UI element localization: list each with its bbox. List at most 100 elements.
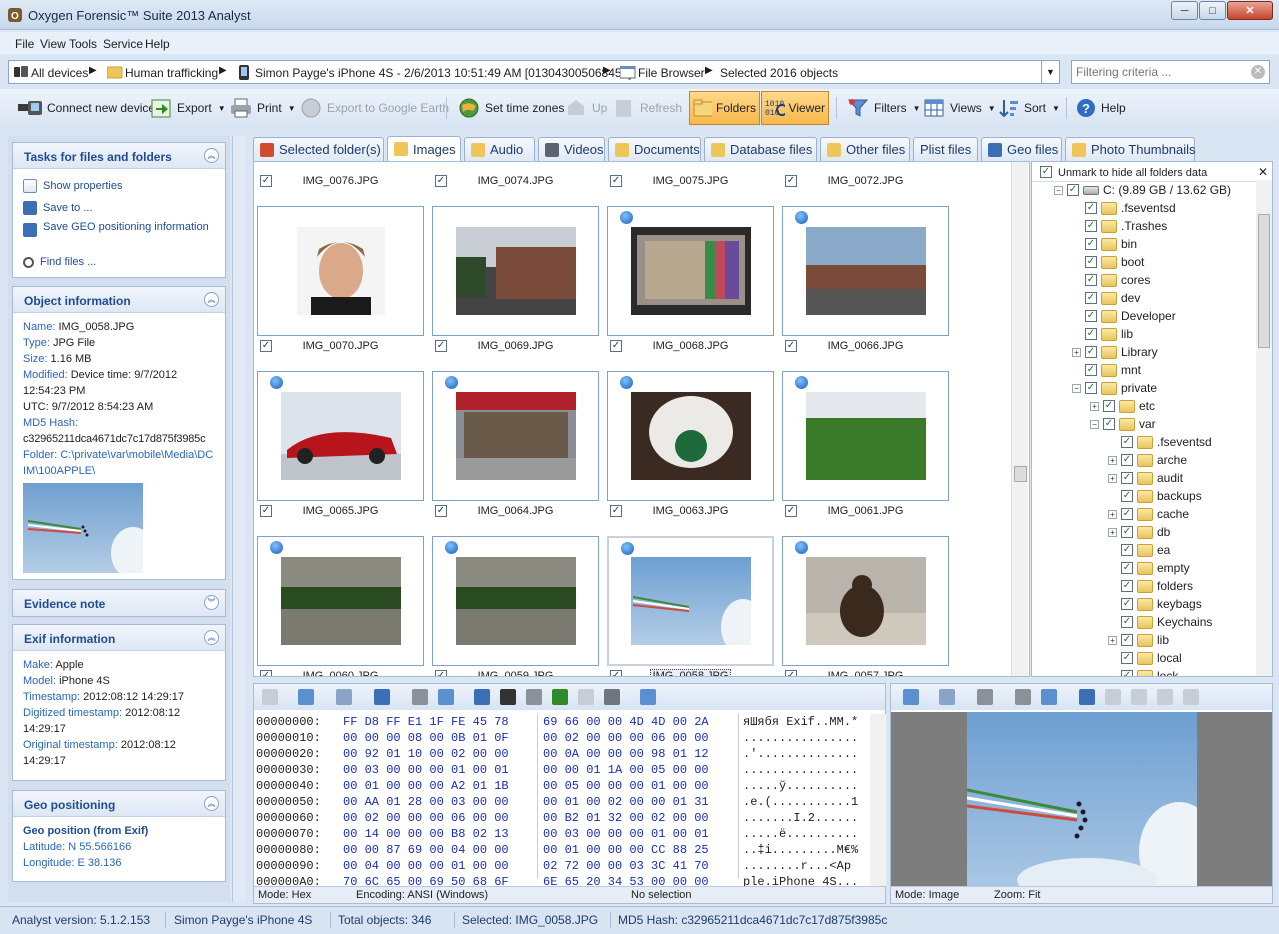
save-geo-link[interactable]: Save GEO positioning information [23, 219, 215, 251]
thumbnail[interactable] [257, 371, 424, 501]
gallery-scrollbar[interactable] [1011, 162, 1028, 676]
tree-node[interactable]: − ✓ var [1090, 415, 1156, 433]
hex-stop-icon[interactable] [526, 689, 542, 705]
breadcrumb-selection[interactable]: Selected 2016 objects [720, 66, 838, 80]
exif-header[interactable]: Exif information ︽ [13, 625, 225, 651]
tree-node[interactable]: ✓ lock [1108, 667, 1178, 676]
tree-expander-icon[interactable]: − [1054, 185, 1063, 195]
minimize-button[interactable]: ─ [1171, 1, 1198, 20]
filter-field[interactable]: ✕ [1071, 60, 1270, 84]
set-time-zones-button[interactable]: Set time zones [454, 94, 567, 122]
hex-row[interactable]: 00000030: 00 03 00 00 00 01 00 01 00 00 01… [254, 762, 869, 778]
breadcrumb-case[interactable]: Human trafficking [125, 66, 218, 80]
tree-node[interactable]: + ✓ db [1108, 523, 1170, 541]
hex-panel-icon[interactable] [640, 689, 656, 705]
tree-node-checkbox[interactable]: ✓ [1085, 364, 1097, 376]
tab-selected-folder-s[interactable]: Selected folder(s) [253, 137, 384, 161]
viewer-window-icon[interactable] [1041, 689, 1057, 705]
evidence-note-header[interactable]: Evidence note ︾ [13, 590, 225, 616]
hex-back-icon[interactable] [262, 689, 278, 705]
tree-scrollbar[interactable] [1256, 180, 1272, 676]
tree-node-checkbox[interactable]: ✓ [1085, 382, 1097, 394]
hex-row[interactable]: 00000060: 00 02 00 00 00 06 00 00 00 B2 01… [254, 810, 869, 826]
breadcrumb-dropdown-button[interactable]: ▼ [1041, 61, 1059, 83]
print-button[interactable]: Print ▼ [226, 94, 299, 122]
tree-expander-icon[interactable]: + [1108, 509, 1117, 519]
sort-button[interactable]: Sort ▼ [995, 94, 1063, 122]
tree-node[interactable]: + ✓ audit [1108, 469, 1183, 487]
breadcrumb-separator[interactable]: ▶ [89, 65, 97, 76]
thumb-caption[interactable]: ✓ IMG_0075.JPG [607, 173, 774, 191]
viewer-zoom-icon[interactable] [939, 689, 955, 705]
thumbnail[interactable] [607, 371, 774, 501]
hex-scrollbar[interactable] [870, 714, 886, 886]
tree-node-checkbox[interactable]: ✓ [1121, 436, 1133, 448]
tree-node-checkbox[interactable]: ✓ [1085, 346, 1097, 358]
viewer-toggle[interactable]: 1010 010 Viewer [761, 91, 829, 125]
viewer-grid-icon[interactable] [903, 689, 919, 705]
tree-scroll-thumb[interactable] [1258, 214, 1270, 348]
tree-node[interactable]: ✓ lib [1072, 325, 1133, 343]
thumb-caption[interactable]: ✓ IMG_0076.JPG [257, 173, 424, 191]
collapse-icon[interactable]: ︽ [204, 292, 219, 307]
tree-node-checkbox[interactable]: ✓ [1121, 544, 1133, 556]
filters-button[interactable]: Filters ▼ [843, 94, 924, 122]
tree-node-checkbox[interactable]: ✓ [1121, 562, 1133, 574]
tree-node-checkbox[interactable]: ✓ [1067, 184, 1079, 196]
gallery-scroll-thumb[interactable] [1014, 466, 1027, 482]
tree-node[interactable]: ✓ ea [1108, 541, 1170, 559]
hex-row[interactable]: 00000050: 00 AA 01 28 00 03 00 00 00 01 00… [254, 794, 869, 810]
tree-node-checkbox[interactable]: ✓ [1103, 418, 1115, 430]
tree-node[interactable]: + ✓ Library [1072, 343, 1158, 361]
viewer-stop-icon[interactable] [977, 689, 993, 705]
thumb-caption[interactable]: ✓ IMG_0058.JPG [607, 668, 774, 676]
maximize-button[interactable]: □ [1199, 1, 1226, 20]
hex-find-icon[interactable] [500, 689, 516, 705]
hex-window-icon[interactable] [438, 689, 454, 705]
save-to-link[interactable]: Save to ... [23, 197, 215, 219]
connect-device-button[interactable]: Connect new device [14, 94, 158, 122]
tree-expander-icon[interactable]: + [1072, 347, 1081, 357]
tree-expander-icon[interactable]: + [1108, 473, 1117, 483]
tree-node-checkbox[interactable]: ✓ [1121, 652, 1133, 664]
tree-node-checkbox[interactable]: ✓ [1085, 202, 1097, 214]
hex-row[interactable]: 00000040: 00 01 00 00 00 A2 01 1B 00 05 00… [254, 778, 869, 794]
thumbnail[interactable] [432, 206, 599, 336]
thumbnail[interactable] [782, 371, 949, 501]
tree-node-checkbox[interactable]: ✓ [1121, 454, 1133, 466]
tab-photo-thumbnails[interactable]: Photo Thumbnails [1065, 137, 1196, 161]
tree-node-checkbox[interactable]: ✓ [1121, 526, 1133, 538]
thumb-caption[interactable]: ✓ IMG_0059.JPG [432, 668, 599, 676]
tree-node[interactable]: + ✓ lib [1108, 631, 1169, 649]
breadcrumb-device[interactable]: Simon Payge's iPhone 4S - 2/6/2013 10:51… [255, 66, 632, 80]
menu-tools[interactable]: Tools [69, 37, 97, 51]
tree-node-checkbox[interactable]: ✓ [1121, 670, 1133, 676]
tree-node-checkbox[interactable]: ✓ [1085, 292, 1097, 304]
thumb-caption[interactable]: ✓ IMG_0072.JPG [782, 173, 949, 191]
tab-videos[interactable]: Videos [538, 137, 605, 161]
thumb-caption[interactable]: ✓ IMG_0060.JPG [257, 668, 424, 676]
folders-toggle[interactable]: Folders [689, 91, 760, 125]
thumb-caption[interactable]: ✓ IMG_0069.JPG [432, 338, 599, 356]
tab-other-files[interactable]: Other files [820, 137, 910, 161]
tab-audio[interactable]: Audio [464, 137, 535, 161]
tree-node[interactable]: ✓ .fseventsd [1072, 199, 1176, 217]
tree-node[interactable]: − ✓ private [1072, 379, 1157, 397]
thumb-caption[interactable]: ✓ IMG_0064.JPG [432, 503, 599, 521]
tree-node[interactable]: − ✓ C: (9.89 GB / 13.62 GB) [1054, 181, 1231, 199]
tree-node-checkbox[interactable]: ✓ [1121, 508, 1133, 520]
tree-node[interactable]: ✓ bin [1072, 235, 1137, 253]
tree-node[interactable]: ✓ boot [1072, 253, 1144, 271]
tree-node[interactable]: ✓ Developer [1072, 307, 1176, 325]
thumbnail[interactable] [782, 536, 949, 666]
thumbnail[interactable] [782, 206, 949, 336]
tab-plist-files[interactable]: Plist files [913, 137, 978, 161]
hex-row[interactable]: 00000020: 00 92 01 10 00 02 00 00 00 0A 00… [254, 746, 869, 762]
breadcrumb-separator[interactable]: ▶ [219, 65, 227, 76]
hex-row[interactable]: 00000080: 00 00 87 69 00 04 00 00 00 01 00… [254, 842, 869, 858]
thumb-caption[interactable]: ✓ IMG_0070.JPG [257, 338, 424, 356]
tree-expander-icon[interactable]: + [1108, 527, 1117, 537]
thumb-caption[interactable]: ✓ IMG_0063.JPG [607, 503, 774, 521]
export-google-earth-button[interactable]: Export to Google Earth [296, 94, 452, 122]
thumb-caption[interactable]: ✓ IMG_0074.JPG [432, 173, 599, 191]
